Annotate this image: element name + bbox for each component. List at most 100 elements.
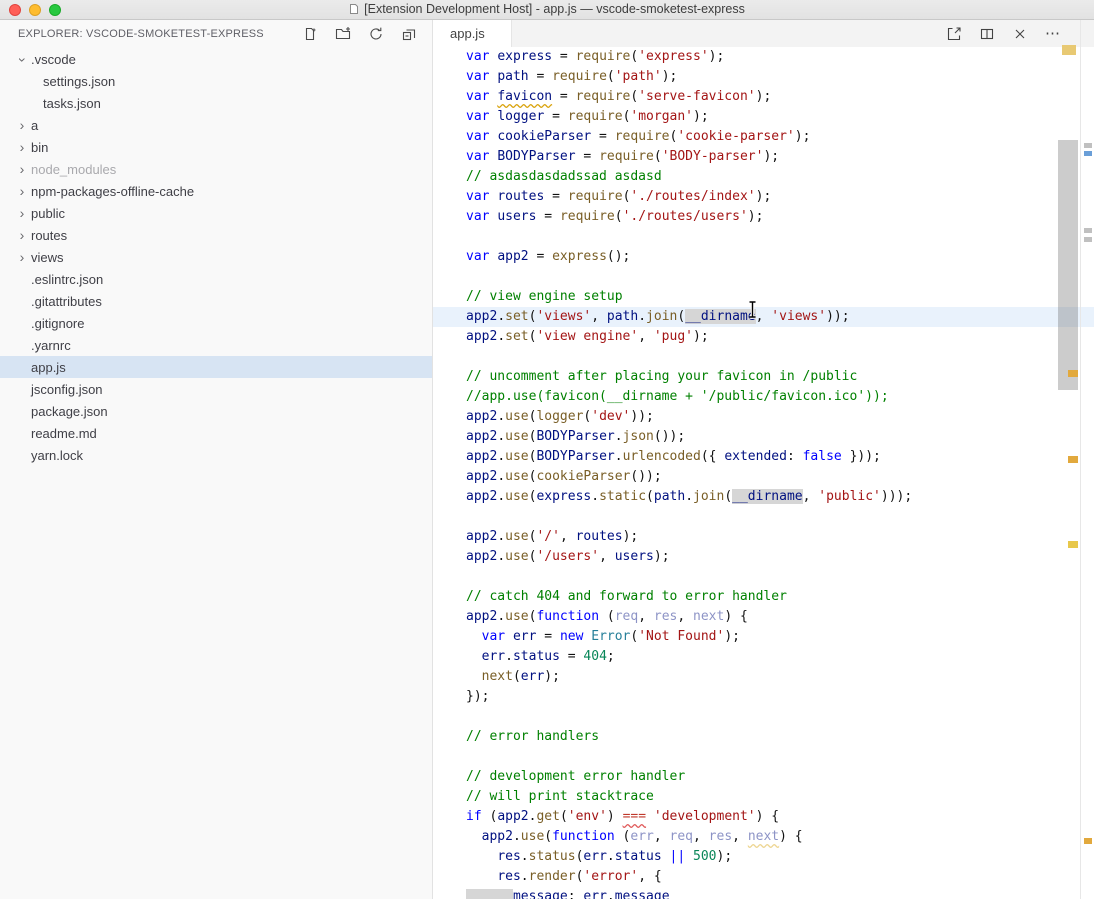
- code-line-2[interactable]: var path = require('path');: [433, 67, 1094, 87]
- code-token: 'morgan': [630, 109, 693, 124]
- code-token: __dirname: [685, 309, 755, 324]
- code-token: var: [466, 249, 497, 264]
- tree-item-yarn.lock[interactable]: yarn.lock: [0, 444, 432, 466]
- tree-item-label: node_modules: [30, 162, 116, 177]
- split-editor-button[interactable]: [978, 25, 996, 43]
- tree-item-node_modules[interactable]: ›node_modules: [0, 158, 432, 180]
- code-line-15[interactable]: app2.set('view engine', 'pug');: [433, 327, 1094, 347]
- code-line-36[interactable]: [433, 747, 1094, 767]
- code-token: .: [638, 309, 646, 324]
- code-line-1[interactable]: var express = require('express');: [433, 47, 1094, 67]
- code-line-23[interactable]: app2.use(express.static(path.join(__dirn…: [433, 487, 1094, 507]
- code-token: require: [576, 49, 631, 64]
- code-line-4[interactable]: var logger = require('morgan');: [433, 107, 1094, 127]
- code-token: .: [497, 449, 505, 464]
- code-line-34[interactable]: [433, 707, 1094, 727]
- tree-item-label: app.js: [30, 360, 66, 375]
- tree-item-readme.md[interactable]: readme.md: [0, 422, 432, 444]
- code-line-39[interactable]: if (app2.get('env') === 'development') {: [433, 807, 1094, 827]
- code-line-12[interactable]: [433, 267, 1094, 287]
- code-token: req: [670, 829, 693, 844]
- code-line-7[interactable]: // asdasdasdadssad asdasd: [433, 167, 1094, 187]
- new-folder-button[interactable]: [334, 25, 352, 43]
- code-line-31[interactable]: err.status = 404;: [433, 647, 1094, 667]
- code-token: express: [536, 489, 591, 504]
- new-file-button[interactable]: [301, 25, 319, 43]
- code-line-29[interactable]: app2.use(function (req, res, next) {: [433, 607, 1094, 627]
- code-token: require: [599, 149, 654, 164]
- tree-item-.gitattributes[interactable]: .gitattributes: [0, 290, 432, 312]
- more-actions-button[interactable]: ⋯: [1044, 25, 1062, 43]
- code-token: get: [536, 809, 559, 824]
- code-line-30[interactable]: var err = new Error('Not Found');: [433, 627, 1094, 647]
- code-line-21[interactable]: app2.use(BODYParser.urlencoded({ extende…: [433, 447, 1094, 467]
- code-line-27[interactable]: [433, 567, 1094, 587]
- code-line-28[interactable]: // catch 404 and forward to error handle…: [433, 587, 1094, 607]
- tree-item-package.json[interactable]: package.json: [0, 400, 432, 422]
- code-line-5[interactable]: var cookieParser = require('cookie-parse…: [433, 127, 1094, 147]
- tree-item-routes[interactable]: ›routes: [0, 224, 432, 246]
- code-token: Error: [591, 629, 630, 644]
- code-line-33[interactable]: });: [433, 687, 1094, 707]
- open-changes-button[interactable]: [945, 25, 963, 43]
- collapse-folders-button[interactable]: [400, 25, 418, 43]
- tree-item-.eslintrc.json[interactable]: .eslintrc.json: [0, 268, 432, 290]
- code-token: path: [497, 69, 528, 84]
- code-line-16[interactable]: [433, 347, 1094, 367]
- code-line-9[interactable]: var users = require('./routes/users');: [433, 207, 1094, 227]
- code-line-20[interactable]: app2.use(BODYParser.json());: [433, 427, 1094, 447]
- code-line-13[interactable]: // view engine setup: [433, 287, 1094, 307]
- tree-item-.vscode[interactable]: ›.vscode: [0, 48, 432, 70]
- tree-item-public[interactable]: ›public: [0, 202, 432, 224]
- tree-item-settings.json[interactable]: settings.json: [0, 70, 432, 92]
- tree-item-tasks.json[interactable]: tasks.json: [0, 92, 432, 114]
- code-line-38[interactable]: // will print stacktrace: [433, 787, 1094, 807]
- tree-item-npm-packages-offline-cache[interactable]: ›npm-packages-offline-cache: [0, 180, 432, 202]
- tab-app-js[interactable]: app.js: [433, 20, 512, 47]
- code-token: [466, 849, 497, 864]
- code-line-10[interactable]: [433, 227, 1094, 247]
- tree-item-.yarnrc[interactable]: .yarnrc: [0, 334, 432, 356]
- tree-item-views[interactable]: ›views: [0, 246, 432, 268]
- vertical-scrollbar-thumb[interactable]: [1058, 140, 1078, 390]
- code-token: (: [513, 669, 521, 684]
- code-line-11[interactable]: var app2 = express();: [433, 247, 1094, 267]
- code-line-41[interactable]: res.status(err.status || 500);: [433, 847, 1094, 867]
- code-line-40[interactable]: app2.use(function (err, req, res, next) …: [433, 827, 1094, 847]
- code-token: var: [466, 89, 497, 104]
- code-token: // development error handler: [466, 769, 685, 784]
- refresh-explorer-button[interactable]: [367, 25, 385, 43]
- code-line-43[interactable]: message: err.message: [433, 887, 1094, 899]
- code-token: // asdasdasdadssad asdasd: [466, 169, 662, 184]
- close-editor-button[interactable]: [1011, 25, 1029, 43]
- code-line-19[interactable]: app2.use(logger('dev'));: [433, 407, 1094, 427]
- code-line-17[interactable]: // uncomment after placing your favicon …: [433, 367, 1094, 387]
- tree-item-jsconfig.json[interactable]: jsconfig.json: [0, 378, 432, 400]
- code-line-14[interactable]: app2.set('views', path.join(__dirname, '…: [433, 307, 1094, 327]
- code-token: use: [505, 469, 528, 484]
- tree-item-bin[interactable]: ›bin: [0, 136, 432, 158]
- tree-item-a[interactable]: ›a: [0, 114, 432, 136]
- code-line-18[interactable]: //app.use(favicon(__dirname + '/public/f…: [433, 387, 1094, 407]
- code-line-24[interactable]: [433, 507, 1094, 527]
- code-line-32[interactable]: next(err);: [433, 667, 1094, 687]
- code-line-25[interactable]: app2.use('/', routes);: [433, 527, 1094, 547]
- code-line-22[interactable]: app2.use(cookieParser());: [433, 467, 1094, 487]
- chevron-icon: ›: [14, 183, 30, 199]
- tree-item-label: .gitattributes: [30, 294, 102, 309]
- tree-item-app.js[interactable]: app.js: [0, 356, 432, 378]
- code-line-6[interactable]: var BODYParser = require('BODY-parser');: [433, 147, 1094, 167]
- code-token: users: [615, 549, 654, 564]
- code-token: favicon: [497, 89, 552, 104]
- code-token: express: [497, 49, 552, 64]
- code-line-37[interactable]: // development error handler: [433, 767, 1094, 787]
- code-token: ,: [732, 829, 748, 844]
- code-line-8[interactable]: var routes = require('./routes/index');: [433, 187, 1094, 207]
- code-line-3[interactable]: var favicon = require('serve-favicon');: [433, 87, 1094, 107]
- code-line-35[interactable]: // error handlers: [433, 727, 1094, 747]
- tree-item-.gitignore[interactable]: .gitignore: [0, 312, 432, 334]
- code-line-26[interactable]: app2.use('/users', users);: [433, 547, 1094, 567]
- code-token: ) {: [756, 809, 779, 824]
- code-token: require: [568, 189, 623, 204]
- code-line-42[interactable]: res.render('error', {: [433, 867, 1094, 887]
